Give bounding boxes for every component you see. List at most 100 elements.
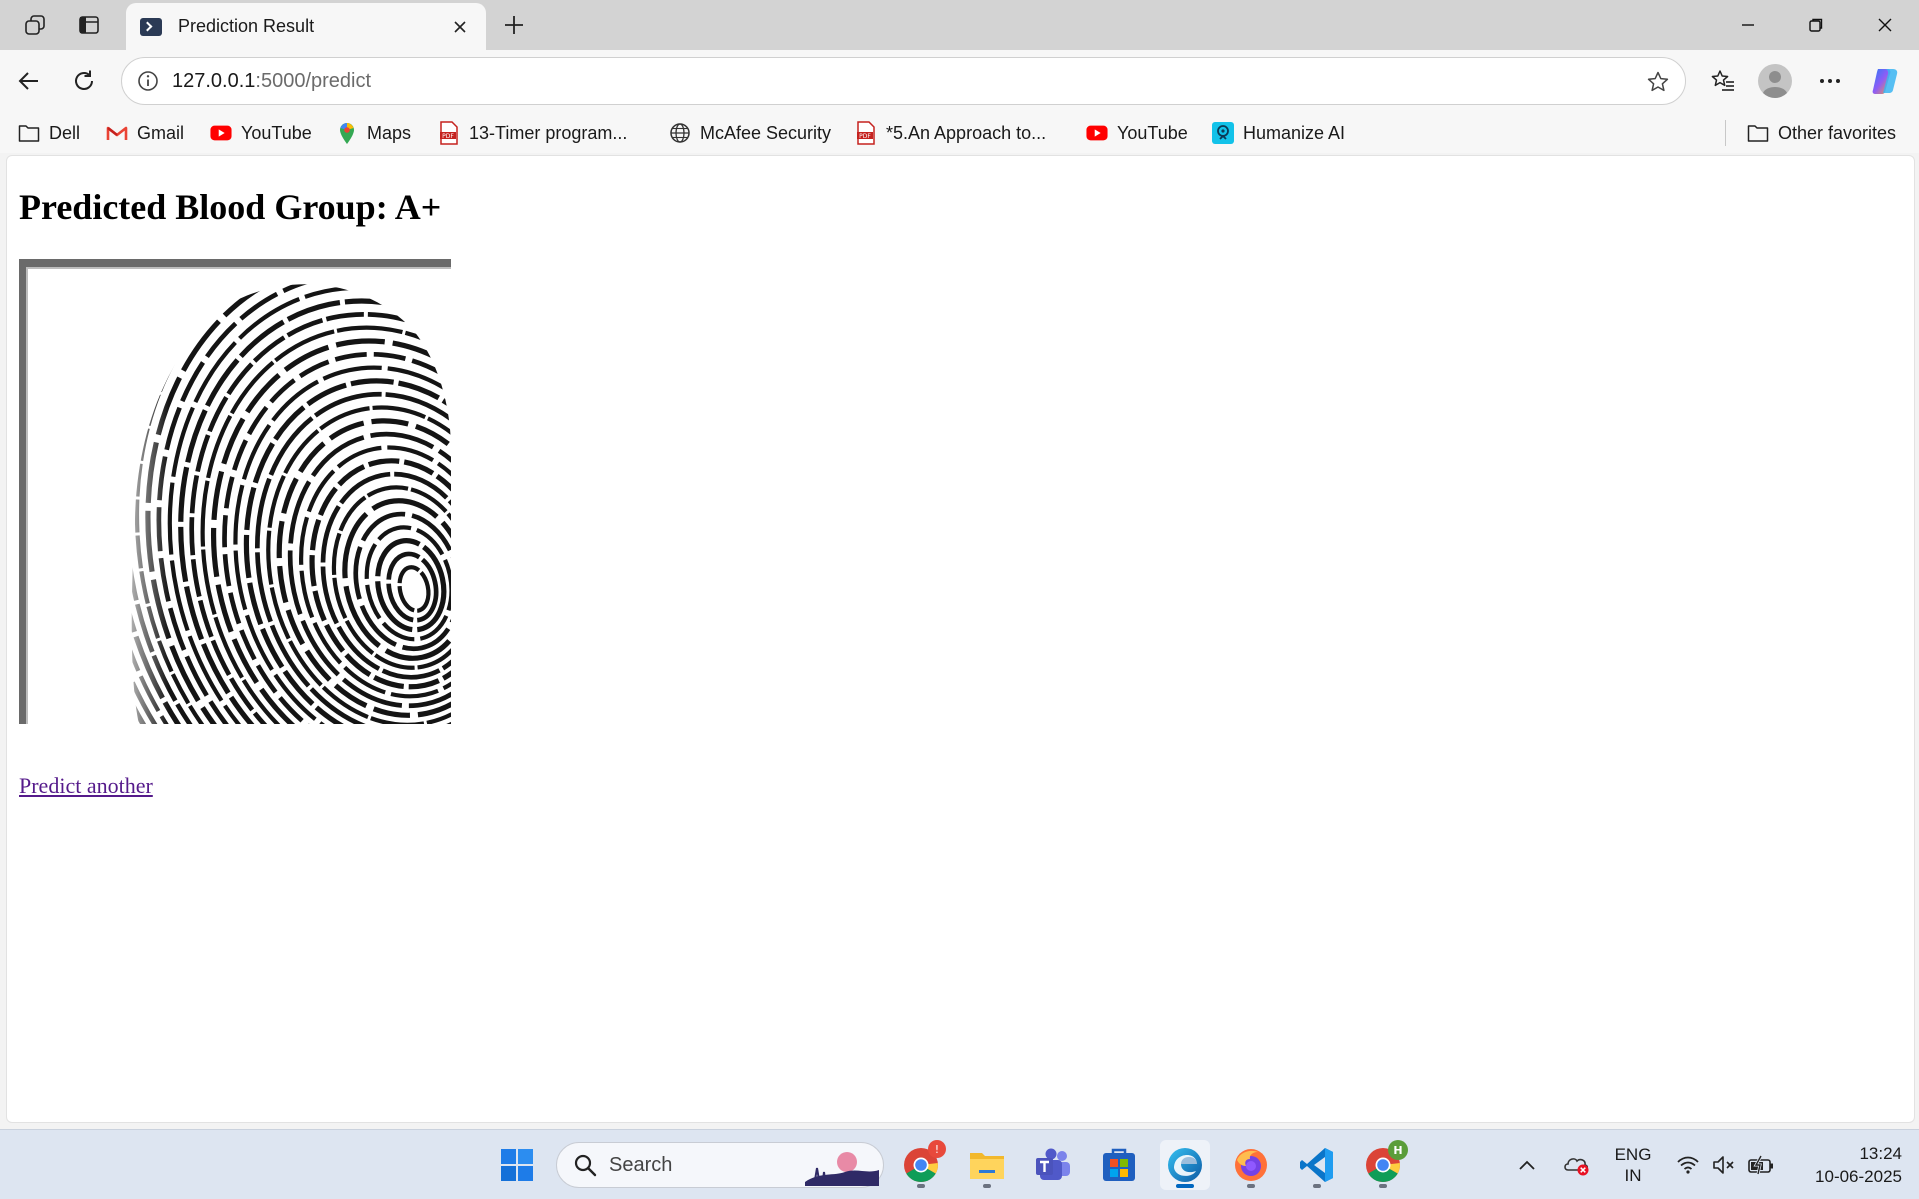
url-path: :5000/predict [255, 69, 372, 92]
favorite-maps[interactable]: Maps [336, 118, 411, 148]
show-hidden-icons-button[interactable] [1512, 1130, 1542, 1199]
other-favorites-label: Other favorites [1778, 122, 1897, 143]
close-icon [454, 20, 466, 33]
windows-taskbar: Search ! H ENG IN 13:24 10-06-2025 [0, 1129, 1919, 1199]
search-highlight-icon [805, 1152, 879, 1186]
favorite-youtube-2[interactable]: YouTube [1086, 118, 1188, 148]
cloud-error-icon [1564, 1158, 1589, 1176]
favorite-gmail[interactable]: Gmail [106, 118, 184, 148]
restore-icon [1809, 18, 1823, 32]
chevron-up-icon [1519, 1160, 1535, 1170]
favorite-label: 13-Timer program... [469, 122, 628, 143]
vertical-tabs-button[interactable] [71, 8, 107, 42]
favorite-approach-pdf[interactable]: PDF *5.An Approach to... [855, 118, 1046, 148]
start-icon [501, 1149, 533, 1181]
terminal-icon [140, 17, 162, 36]
active-indicator [1176, 1184, 1194, 1188]
onedrive-status[interactable] [1560, 1130, 1594, 1199]
url-host: 127.0.0.1 [172, 69, 256, 92]
predict-another-link[interactable]: Predict another [19, 773, 153, 799]
taskbar-edge[interactable] [1160, 1140, 1210, 1190]
other-favorites[interactable]: Other favorites [1747, 118, 1896, 148]
tab-strip: Prediction Result [0, 0, 1919, 50]
favorite-label: Dell [49, 122, 81, 143]
workspaces-icon [25, 15, 45, 35]
back-arrow-icon [18, 72, 38, 90]
file-explorer-icon [970, 1153, 1004, 1179]
taskbar-teams[interactable] [1028, 1140, 1078, 1190]
taskbar-chrome-profile[interactable]: H [1358, 1140, 1408, 1190]
svg-text:PDF: PDF [442, 133, 454, 140]
favorite-label: YouTube [1117, 122, 1188, 143]
pdf-icon: PDF [855, 121, 877, 145]
search-icon [574, 1154, 597, 1177]
taskbar-chrome[interactable]: ! [896, 1140, 946, 1190]
close-window-button[interactable] [1851, 0, 1919, 50]
taskbar-firefox[interactable] [1226, 1140, 1276, 1190]
plus-icon [505, 16, 523, 34]
tab-title: Prediction Result [178, 16, 315, 36]
browser-toolbar: 127.0.0.1:5000/predict [0, 50, 1919, 112]
battery-status[interactable] [1744, 1130, 1778, 1199]
svg-text:PDF: PDF [859, 133, 871, 140]
tab-close-button[interactable] [448, 15, 472, 39]
settings-more-button[interactable] [1811, 62, 1849, 100]
copilot-icon [1872, 69, 1898, 94]
add-favorite-button[interactable] [1645, 69, 1671, 95]
close-window-icon [1878, 18, 1892, 32]
taskbar-file-explorer[interactable] [962, 1140, 1012, 1190]
taskbar-vscode[interactable] [1292, 1140, 1342, 1190]
new-tab-button[interactable] [496, 8, 532, 42]
fingerprint-image [19, 259, 451, 724]
volume-status[interactable] [1708, 1130, 1740, 1199]
taskbar-search[interactable]: Search [556, 1142, 884, 1188]
input-language[interactable]: ENG IN [1608, 1144, 1658, 1186]
workspaces-button[interactable] [17, 8, 53, 42]
star-icon [1647, 71, 1669, 92]
language-code: ENG [1614, 1145, 1652, 1164]
clock-date: 10-06-2025 [1815, 1167, 1902, 1186]
battery-charging-icon [1748, 1155, 1773, 1175]
favorite-humanize-ai[interactable]: Humanize AI [1212, 118, 1345, 148]
youtube-icon [1086, 122, 1108, 144]
favorite-mcafee[interactable]: McAfee Security [669, 118, 831, 148]
search-placeholder: Search [609, 1153, 673, 1176]
address-bar[interactable]: 127.0.0.1:5000/predict [121, 57, 1686, 105]
pdf-icon: PDF [438, 121, 460, 145]
favorite-label: Humanize AI [1243, 122, 1346, 143]
url-text[interactable]: 127.0.0.1:5000/predict [172, 70, 371, 93]
firefox-icon [1235, 1149, 1267, 1181]
favorite-dell[interactable]: Dell [18, 118, 80, 148]
volume-muted-icon [1713, 1156, 1734, 1174]
favorites-button[interactable] [1704, 62, 1742, 100]
favorite-label: *5.An Approach to... [886, 122, 1047, 143]
refresh-button[interactable] [65, 62, 103, 100]
favorite-timer-program[interactable]: PDF 13-Timer program... [438, 118, 627, 148]
copilot-button[interactable] [1866, 62, 1904, 100]
avatar-icon [1758, 64, 1792, 98]
restore-button[interactable] [1782, 0, 1850, 50]
running-indicator [1379, 1184, 1387, 1188]
running-indicator [917, 1184, 925, 1188]
site-info-icon[interactable] [136, 69, 160, 93]
back-button[interactable] [10, 62, 48, 100]
active-tab[interactable]: Prediction Result [126, 3, 486, 50]
favorite-label: Maps [367, 122, 412, 143]
region-code: IN [1624, 1166, 1642, 1185]
favorites-list-icon [1711, 70, 1734, 91]
tab-actions-icon [79, 16, 99, 34]
humanize-icon [1212, 122, 1234, 144]
teams-icon [1036, 1148, 1070, 1180]
clock-time: 13:24 [1859, 1144, 1902, 1163]
network-status[interactable] [1672, 1130, 1704, 1199]
page-viewport: Predicted Blood Group: A+ Predict anothe… [6, 155, 1915, 1123]
start-button[interactable] [492, 1140, 542, 1190]
minimize-button[interactable] [1714, 0, 1782, 50]
edge-icon [1168, 1148, 1202, 1182]
system-clock[interactable]: 13:24 10-06-2025 [1790, 1142, 1902, 1188]
taskbar-store[interactable] [1094, 1140, 1144, 1190]
favorite-youtube[interactable]: YouTube [210, 118, 312, 148]
profile-button[interactable] [1756, 62, 1794, 100]
globe-icon [669, 122, 691, 144]
favorites-divider [1725, 120, 1726, 146]
